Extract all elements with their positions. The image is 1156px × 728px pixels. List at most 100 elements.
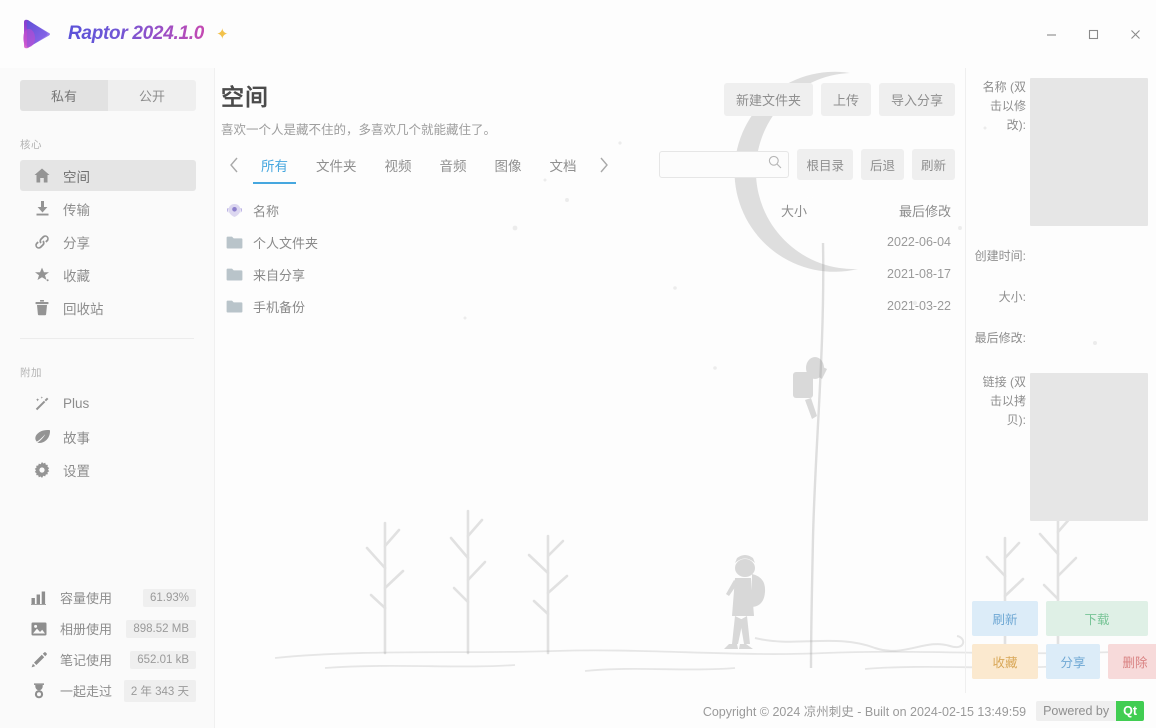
emblem-icon xyxy=(223,201,245,219)
folder-icon xyxy=(223,233,245,251)
detail-refresh-button[interactable]: 刷新 xyxy=(972,601,1038,636)
sidebar-item-label: 分享 xyxy=(63,235,90,251)
column-header-modified[interactable]: 最后修改 xyxy=(815,201,965,220)
stat-value: 61.93% xyxy=(142,588,196,607)
stat-label: 一起走过 xyxy=(60,684,113,699)
visibility-toggle[interactable]: 私有 公开 xyxy=(20,80,196,111)
search-box[interactable] xyxy=(659,151,790,178)
detail-favorite-button[interactable]: 收藏 xyxy=(972,644,1038,679)
table-row[interactable]: 手机备份 2021-03-22 xyxy=(221,290,965,322)
tab-documents[interactable]: 文档 xyxy=(536,149,591,181)
file-table: 名称 大小 最后修改 个人文件夹 2022-06-04 来自分享 2021-08… xyxy=(221,194,965,693)
sidebar-item-space[interactable]: 空间 xyxy=(20,160,196,191)
sidebar-item-label: 传输 xyxy=(63,202,90,218)
category-tabs: 所有 文件夹 视频 音频 图像 文档 根目录 后退 刷新 xyxy=(221,148,965,184)
detail-field-name: 名称 (双击以修改): xyxy=(972,78,1148,226)
stat-row: 一起走过 2 年 343 天 xyxy=(0,675,214,706)
row-modified: 2022-06-04 xyxy=(887,235,951,249)
import-share-button[interactable]: 导入分享 xyxy=(878,83,955,116)
sidebar-item-stories[interactable]: 故事 xyxy=(20,421,196,452)
search-icon[interactable] xyxy=(768,155,782,174)
search-input[interactable] xyxy=(666,157,769,172)
gear-icon xyxy=(32,461,52,479)
magic-wand-icon xyxy=(32,395,52,413)
tab-images[interactable]: 图像 xyxy=(481,149,536,181)
stat-label: 容量使用 xyxy=(60,591,113,606)
row-name-cell: 来自分享 xyxy=(221,265,695,284)
new-folder-button[interactable]: 新建文件夹 xyxy=(723,83,813,116)
detail-label-modified: 最后修改: xyxy=(974,331,1026,345)
tab-all[interactable]: 所有 xyxy=(247,149,302,184)
column-header-size[interactable]: 大小 xyxy=(695,201,815,220)
close-button[interactable] xyxy=(1114,14,1156,54)
detail-button-row-bottom: 收藏 分享 删除 xyxy=(972,644,1156,679)
search-and-nav: 根目录 后退 刷新 xyxy=(659,149,955,180)
maximize-button[interactable] xyxy=(1072,14,1114,54)
sidebar-item-recycle-bin[interactable]: 回收站 xyxy=(20,292,196,323)
window-controls xyxy=(1030,0,1156,68)
row-modified: 2021-03-22 xyxy=(887,299,951,313)
root-directory-button[interactable]: 根目录 xyxy=(797,149,853,180)
app-window: Raptor 2024.1.0 ✦ 私有 公开 核心 空间 传输 分享 收藏 回… xyxy=(0,0,1156,728)
detail-panel: 名称 (双击以修改): 创建时间: 大小: 最后修改: 链接 (双击以拷贝): … xyxy=(965,68,1156,693)
upload-button[interactable]: 上传 xyxy=(820,83,871,116)
sidebar-item-favorites[interactable]: 收藏 xyxy=(20,259,196,290)
sidebar-item-share[interactable]: 分享 xyxy=(20,226,196,257)
row-name-cell: 个人文件夹 xyxy=(221,233,695,252)
detail-value-size xyxy=(1030,289,1148,308)
table-row[interactable]: 个人文件夹 2022-06-04 xyxy=(221,226,965,258)
toggle-private[interactable]: 私有 xyxy=(20,80,108,111)
tab-videos[interactable]: 视频 xyxy=(371,149,426,181)
folder-icon xyxy=(223,265,245,283)
tab-audio[interactable]: 音频 xyxy=(426,149,481,181)
table-row[interactable]: 来自分享 2021-08-17 xyxy=(221,258,965,290)
column-header-name[interactable]: 名称 xyxy=(221,201,695,220)
detail-delete-button[interactable]: 删除 xyxy=(1108,644,1156,679)
detail-action-buttons: 刷新 下载 收藏 分享 删除 xyxy=(972,601,1156,685)
file-table-header: 名称 大小 最后修改 xyxy=(221,194,965,226)
sidebar-stats: 容量使用 61.93% 相册使用 898.52 MB 笔记使用 652.01 k… xyxy=(0,582,214,728)
detail-button-row-top: 刷新 下载 xyxy=(972,601,1148,636)
row-modified: 2021-08-17 xyxy=(887,267,951,281)
row-name-cell: 手机备份 xyxy=(221,297,695,316)
detail-field-size: 大小: xyxy=(972,289,1148,308)
row-name: 来自分享 xyxy=(253,267,306,283)
sidebar-item-label: 设置 xyxy=(63,463,90,479)
detail-value-name[interactable] xyxy=(1030,78,1148,226)
main-inner: 空间 喜欢一个人是藏不住的，多喜欢几个就能藏住了。 新建文件夹 上传 导入分享 … xyxy=(215,68,1156,693)
row-name: 手机备份 xyxy=(253,299,306,315)
page-header: 空间 喜欢一个人是藏不住的，多喜欢几个就能藏住了。 新建文件夹 上传 导入分享 xyxy=(221,68,965,138)
minimize-button[interactable] xyxy=(1030,14,1072,54)
sidebar-item-label: 故事 xyxy=(63,430,90,446)
sidebar-item-label: 回收站 xyxy=(63,301,104,317)
leaf-icon xyxy=(32,428,52,446)
sidebar-item-plus[interactable]: Plus xyxy=(20,388,196,419)
chevron-left-icon[interactable] xyxy=(221,151,247,179)
medal-icon xyxy=(30,682,48,700)
home-icon xyxy=(32,167,52,185)
pencil-icon xyxy=(30,651,48,669)
powered-by-badge: Powered by Qt xyxy=(1036,700,1144,721)
qt-logo-badge: Qt xyxy=(1116,700,1144,721)
chevron-right-icon[interactable] xyxy=(591,151,617,179)
detail-download-button[interactable]: 下载 xyxy=(1046,601,1148,636)
title-bar: Raptor 2024.1.0 ✦ xyxy=(0,0,1156,68)
detail-share-button[interactable]: 分享 xyxy=(1046,644,1100,679)
tab-folders[interactable]: 文件夹 xyxy=(302,149,371,181)
toggle-public[interactable]: 公开 xyxy=(108,80,196,111)
sidebar-group-extra-label: 附加 xyxy=(20,367,42,379)
sidebar: 私有 公开 核心 空间 传输 分享 收藏 回收站 附加 Plus 故事 设置 容… xyxy=(0,68,215,728)
detail-value-link[interactable] xyxy=(1030,373,1148,521)
stat-label: 笔记使用 xyxy=(60,653,113,668)
sidebar-item-label: Plus xyxy=(63,396,90,411)
content-column: 空间 喜欢一个人是藏不住的，多喜欢几个就能藏住了。 新建文件夹 上传 导入分享 … xyxy=(215,68,965,693)
detail-field-created: 创建时间: xyxy=(972,248,1148,267)
refresh-button[interactable]: 刷新 xyxy=(911,149,955,180)
main-area: 空间 喜欢一个人是藏不住的，多喜欢几个就能藏住了。 新建文件夹 上传 导入分享 … xyxy=(215,68,1156,728)
column-label-name: 名称 xyxy=(253,203,280,219)
back-button[interactable]: 后退 xyxy=(860,149,904,180)
sidebar-item-settings[interactable]: 设置 xyxy=(20,454,196,485)
sidebar-item-transfer[interactable]: 传输 xyxy=(20,193,196,224)
star-icon: ✦ xyxy=(215,25,229,43)
